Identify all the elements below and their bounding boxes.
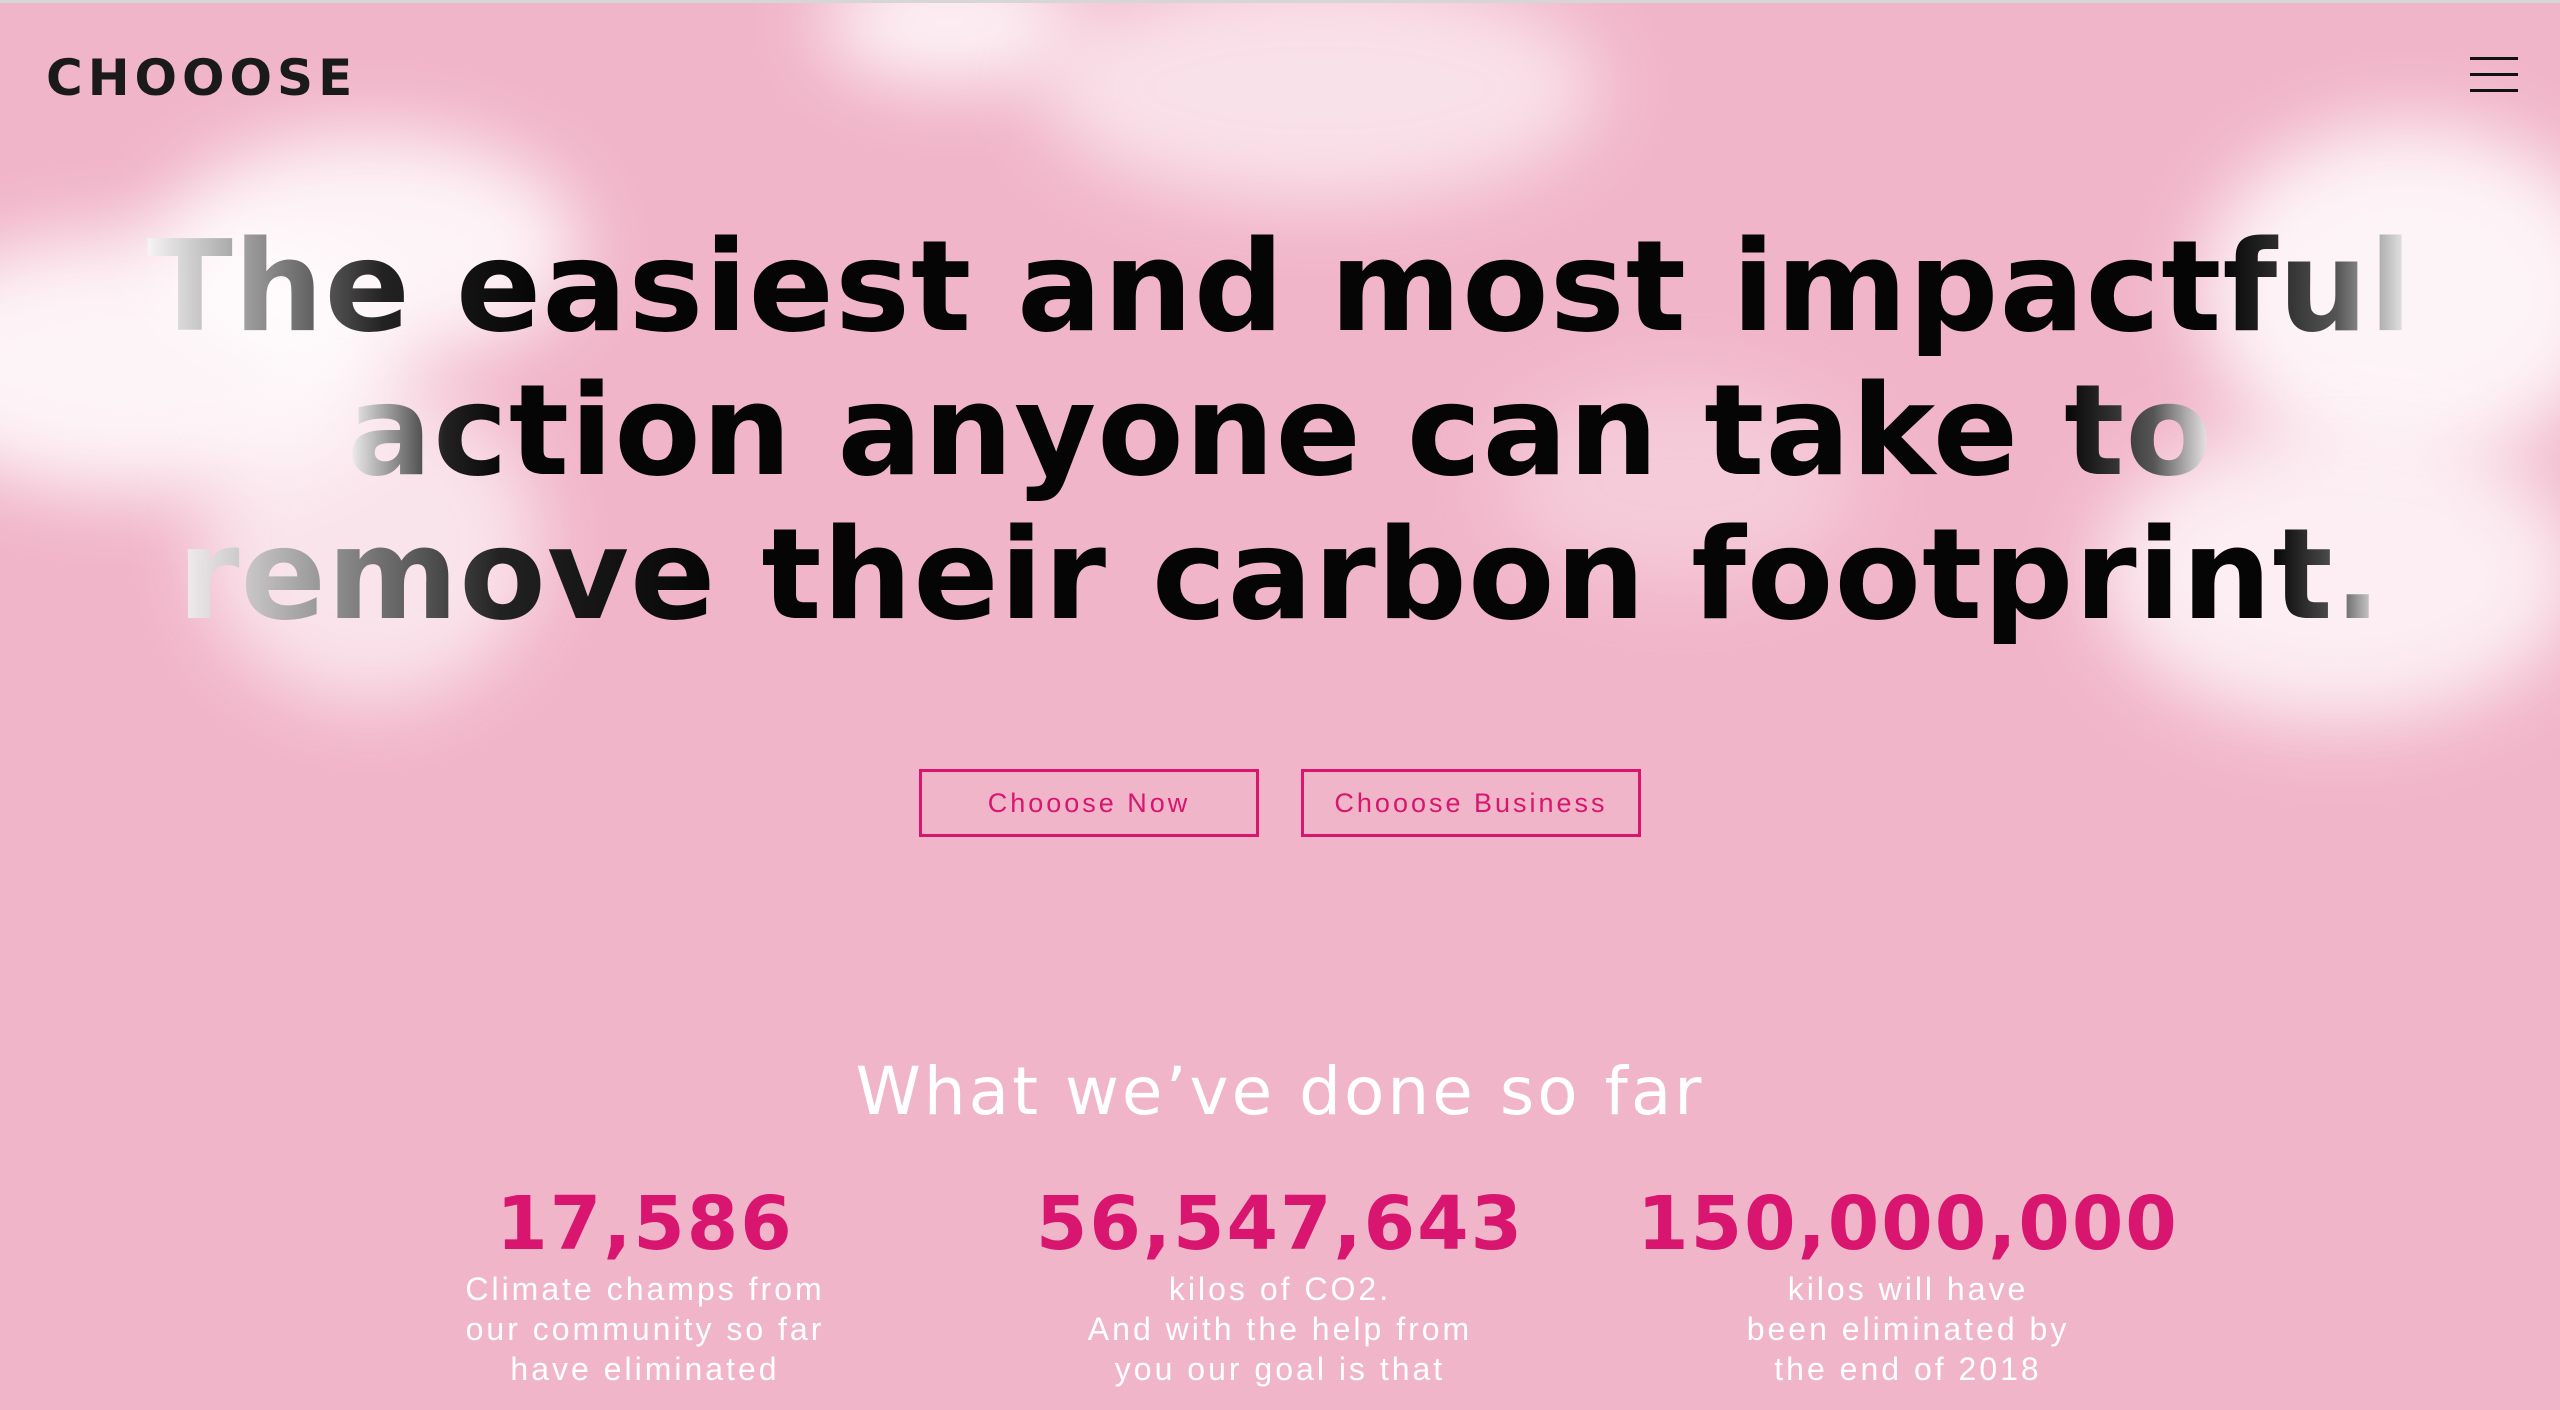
menu-bar xyxy=(2470,57,2518,60)
hamburger-menu-icon[interactable] xyxy=(2470,55,2518,95)
stat-description-line: kilos will have xyxy=(1787,1271,2029,1307)
stat-description: kilos of CO2. And with the help from you… xyxy=(970,1269,1590,1389)
stat-description-line: the end of 2018 xyxy=(1774,1351,2042,1387)
stat-description-line: And with the help from xyxy=(1087,1311,1473,1347)
hero-line: remove their carbon footprint. xyxy=(0,503,2560,647)
stat-description-line: have eliminated xyxy=(510,1351,780,1387)
menu-bar xyxy=(2470,73,2518,76)
cta-row: Chooose Now Chooose Business xyxy=(0,769,2560,837)
hero-line-part: The e xyxy=(146,213,543,360)
stat-community: 17,586 Climate champs from our community… xyxy=(335,1181,955,1389)
hero-line-part: their carbon footprin xyxy=(716,501,2273,648)
hero-line-part: tion anyone can take xyxy=(508,357,2065,504)
stat-description-line: been eliminated by xyxy=(1746,1311,2070,1347)
stat-co2-eliminated: 56,547,643 kilos of CO2. And with the he… xyxy=(970,1181,1590,1389)
stat-description: kilos will have been eliminated by the e… xyxy=(1598,1269,2218,1389)
stat-number: 17,586 xyxy=(496,1181,794,1267)
stat-description-line: kilos of CO2. xyxy=(1168,1271,1392,1307)
hero-headline: The easiest and most impactful action an… xyxy=(0,215,2560,647)
hero-line-part: remove xyxy=(177,501,717,648)
hero-line-part: ac xyxy=(347,357,509,504)
stat-description: Climate champs from our community so far… xyxy=(335,1269,955,1389)
hero-line: action anyone can take to xyxy=(0,359,2560,503)
site-header: CHOOOSE xyxy=(0,3,2560,153)
stats-section: 17,586 Climate champs from our community… xyxy=(0,1181,2560,1410)
stat-description-line: our community so far xyxy=(465,1311,825,1347)
logo[interactable]: CHOOOSE xyxy=(46,49,357,107)
chooose-business-button[interactable]: Chooose Business xyxy=(1301,769,1641,837)
hero-line: The easiest and most impactful xyxy=(0,215,2560,359)
stats-heading: What we’ve done so far xyxy=(855,1053,1705,1130)
menu-bar xyxy=(2470,89,2518,92)
hero-line-part: asiest and most impact xyxy=(542,213,2223,360)
stat-goal: 150,000,000 kilos will have been elimina… xyxy=(1598,1181,2218,1389)
chooose-now-button[interactable]: Chooose Now xyxy=(919,769,1259,837)
stat-number: 150,000,000 xyxy=(1637,1181,2179,1267)
stat-number: 56,547,643 xyxy=(1035,1181,1525,1267)
stat-description-line: Climate champs from xyxy=(465,1271,825,1307)
hero-line-part: t. xyxy=(2272,501,2383,648)
hero-line-part: to xyxy=(2064,357,2213,504)
stat-description-line: you our goal is that xyxy=(1114,1351,1446,1387)
hero-line-part: ful xyxy=(2222,213,2414,360)
page: CHOOOSE The easiest and most impactful a… xyxy=(0,0,2560,1410)
